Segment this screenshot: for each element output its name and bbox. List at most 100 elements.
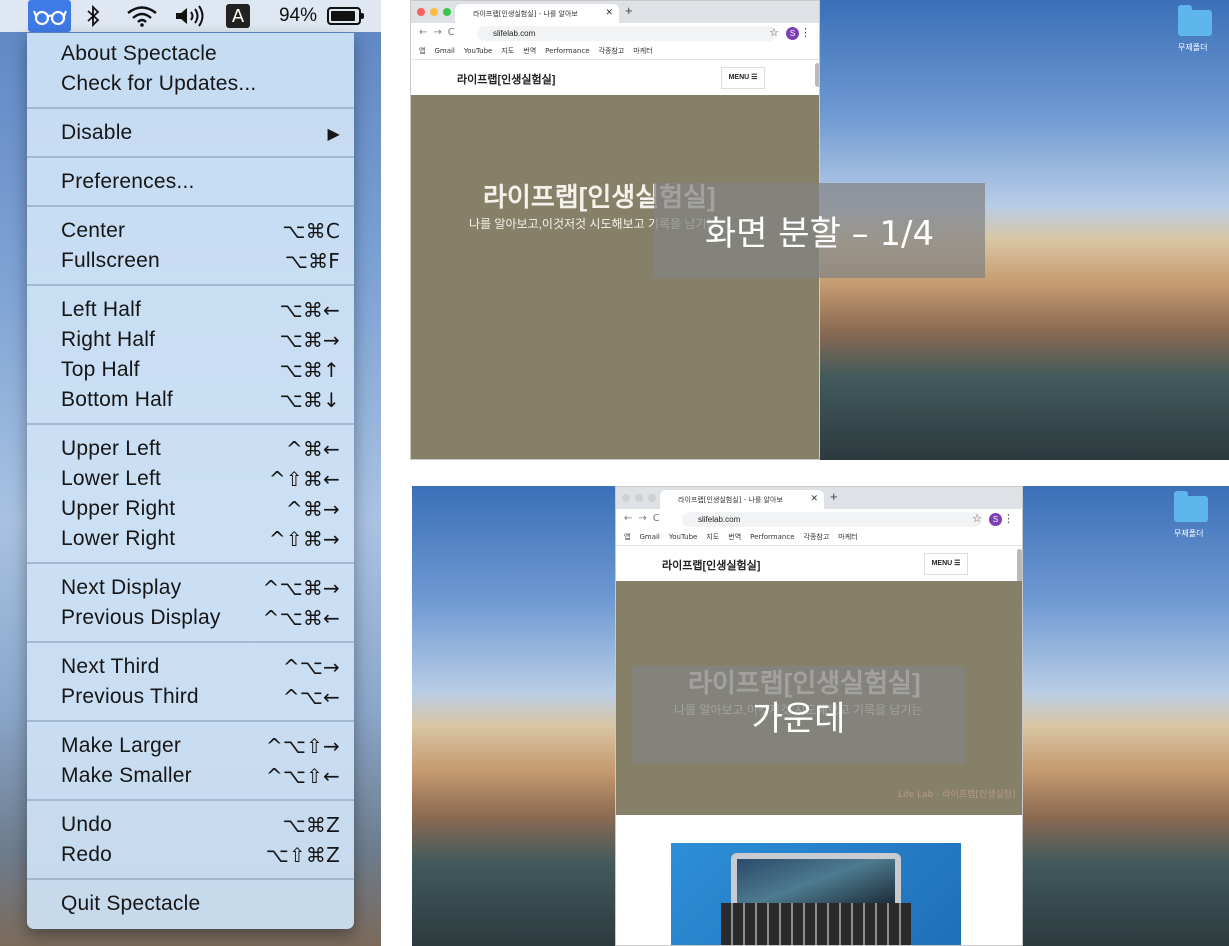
glasses-icon[interactable] bbox=[28, 0, 71, 32]
close-button[interactable] bbox=[622, 494, 630, 502]
scrollbar[interactable] bbox=[815, 63, 819, 87]
menu-item-label: Lower Right bbox=[61, 527, 176, 550]
menu-item-about-spectacle[interactable]: About Spectacle bbox=[27, 39, 354, 69]
menu-item-redo[interactable]: Redo ⌥⇧⌘Z bbox=[27, 840, 354, 870]
bookmark-item[interactable]: YouTube bbox=[464, 47, 492, 55]
menu-item-upper-left[interactable]: Upper Left ^⌘← bbox=[27, 434, 354, 464]
bookmark-item[interactable]: 각종참고 bbox=[599, 47, 625, 55]
menu-item-next-third[interactable]: Next Third ^⌥→ bbox=[27, 652, 354, 682]
menu-item-label: Make Smaller bbox=[61, 764, 192, 787]
menu-item-undo[interactable]: Undo ⌥⌘Z bbox=[27, 810, 354, 840]
menu-item-label: Next Display bbox=[61, 576, 182, 599]
bookmark-star-icon[interactable]: ☆ bbox=[972, 512, 982, 525]
menu-item-label: Previous Display bbox=[61, 606, 221, 629]
close-icon[interactable]: ✕ bbox=[605, 8, 613, 18]
url-field[interactable]: slifelab.com bbox=[682, 512, 982, 527]
site-title[interactable]: 라이프랩[인생실험실] bbox=[662, 557, 760, 573]
browser-tab[interactable]: 라이프랩[인생실험실] - 나를 알아보 ✕ bbox=[455, 4, 619, 23]
menu-item-lower-left[interactable]: Lower Left ^⇧⌘← bbox=[27, 464, 354, 494]
menu-item-check-for-updates[interactable]: Check for Updates... bbox=[27, 69, 354, 99]
menu-item-right-half[interactable]: Right Half ⌥⌘→ bbox=[27, 325, 354, 355]
menu-button[interactable]: MENU ☰ bbox=[721, 67, 765, 89]
menu-item-previous-display[interactable]: Previous Display ^⌥⌘← bbox=[27, 603, 354, 633]
bookmark-item[interactable]: 지도 bbox=[501, 47, 514, 55]
more-icon[interactable]: ⋮ bbox=[800, 26, 811, 39]
tab-strip: 라이프랩[인생실험실] - 나를 알아보 ✕ + bbox=[411, 1, 819, 23]
zoom-button[interactable] bbox=[648, 494, 656, 502]
battery-percent: 94% bbox=[278, 5, 318, 26]
bookmark-item[interactable]: Performance bbox=[545, 47, 589, 55]
bookmark-item[interactable]: 마케터 bbox=[633, 47, 652, 55]
new-tab-icon[interactable]: + bbox=[830, 489, 838, 504]
tab-strip: 라이프랩[인생실험실] - 나를 알아보 ✕ + bbox=[616, 487, 1022, 509]
menu-item-fullscreen[interactable]: Fullscreen ⌥⌘F bbox=[27, 246, 354, 276]
minimize-button[interactable] bbox=[635, 494, 643, 502]
laptop-keyboard bbox=[721, 903, 911, 945]
menu-item-make-smaller[interactable]: Make Smaller ^⌥⇧← bbox=[27, 761, 354, 791]
bookmarks-bar: 앱 Gmail YouTube 지도 번역 Performance 각종참고 마케터 bbox=[616, 530, 1022, 546]
zoom-button[interactable] bbox=[443, 8, 451, 16]
menu-item-shortcut: ⌥⌘→ bbox=[279, 328, 340, 352]
menu-separator bbox=[27, 641, 354, 643]
menu-item-previous-third[interactable]: Previous Third ^⌥← bbox=[27, 682, 354, 712]
menu-separator bbox=[27, 720, 354, 722]
menu-item-disable[interactable]: Disable ▶ bbox=[27, 118, 354, 148]
new-tab-icon[interactable]: + bbox=[625, 3, 633, 18]
browser-tab[interactable]: 라이프랩[인생실험실] - 나를 알아보 ✕ bbox=[660, 490, 824, 509]
bookmark-item[interactable]: 마케터 bbox=[838, 533, 857, 541]
bookmark-item[interactable]: Performance bbox=[750, 533, 794, 541]
menu-item-shortcut: ⌥⌘↓ bbox=[279, 388, 340, 412]
bluetooth-icon[interactable] bbox=[82, 0, 104, 32]
bookmark-item[interactable]: Gmail bbox=[434, 47, 454, 55]
menu-item-shortcut: ^⌥⌘→ bbox=[262, 576, 340, 600]
nav-buttons[interactable]: ←→C bbox=[624, 513, 666, 524]
menu-item-next-display[interactable]: Next Display ^⌥⌘→ bbox=[27, 573, 354, 603]
bookmark-item[interactable]: 번역 bbox=[523, 47, 536, 55]
menu-separator bbox=[27, 562, 354, 564]
minimize-button[interactable] bbox=[430, 8, 438, 16]
menu-item-quit-spectacle[interactable]: Quit Spectacle bbox=[27, 889, 354, 919]
menu-item-make-larger[interactable]: Make Larger ^⌥⇧→ bbox=[27, 731, 354, 761]
bookmark-item[interactable]: 앱 bbox=[624, 533, 630, 541]
bookmark-item[interactable]: 지도 bbox=[706, 533, 719, 541]
menu-item-preferences[interactable]: Preferences... bbox=[27, 167, 354, 197]
folder-label: 무제폴더 bbox=[1178, 43, 1208, 52]
bookmark-item[interactable]: YouTube bbox=[669, 533, 697, 541]
menu-item-label: Upper Right bbox=[61, 497, 176, 520]
menu-separator bbox=[27, 107, 354, 109]
menu-item-upper-right[interactable]: Upper Right ^⌘→ bbox=[27, 494, 354, 524]
laptop-photo bbox=[671, 843, 961, 945]
bookmark-item[interactable]: Gmail bbox=[639, 533, 659, 541]
close-icon[interactable]: ✕ bbox=[810, 494, 818, 504]
url-field[interactable]: slifelab.com bbox=[477, 26, 777, 41]
site-title[interactable]: 라이프랩[인생실험실] bbox=[457, 71, 555, 87]
bookmark-item[interactable]: 각종참고 bbox=[804, 533, 830, 541]
menu-item-top-half[interactable]: Top Half ⌥⌘↑ bbox=[27, 355, 354, 385]
battery-icon[interactable] bbox=[324, 0, 364, 32]
profile-avatar[interactable]: S bbox=[786, 27, 799, 40]
volume-icon[interactable] bbox=[172, 0, 210, 32]
folder-icon[interactable] bbox=[1174, 491, 1208, 522]
menu-item-left-half[interactable]: Left Half ⌥⌘← bbox=[27, 295, 354, 325]
bookmark-item[interactable]: 번역 bbox=[728, 533, 741, 541]
menu-item-shortcut: ⌥⌘C bbox=[282, 219, 340, 243]
menu-item-label: Preferences... bbox=[61, 170, 195, 193]
split-overlay-label: 화면 분할 – 1/4 bbox=[654, 183, 985, 278]
menu-item-center[interactable]: Center ⌥⌘C bbox=[27, 216, 354, 246]
nav-buttons[interactable]: ←→C bbox=[419, 27, 461, 38]
folder-icon[interactable] bbox=[1178, 5, 1212, 36]
url-text: slifelab.com bbox=[493, 29, 536, 38]
menu-item-lower-right[interactable]: Lower Right ^⇧⌘→ bbox=[27, 524, 354, 554]
close-button[interactable] bbox=[417, 8, 425, 16]
input-source-icon[interactable]: A bbox=[225, 0, 251, 32]
bookmark-item[interactable]: 앱 bbox=[419, 47, 425, 55]
menu-item-label: Undo bbox=[61, 813, 113, 836]
more-icon[interactable]: ⋮ bbox=[1003, 512, 1014, 525]
menu-item-bottom-half[interactable]: Bottom Half ⌥⌘↓ bbox=[27, 385, 354, 415]
menu-separator bbox=[27, 878, 354, 880]
profile-avatar[interactable]: S bbox=[989, 513, 1002, 526]
bookmark-star-icon[interactable]: ☆ bbox=[769, 26, 779, 39]
menu-item-shortcut: ^⌥⇧→ bbox=[265, 734, 340, 758]
menu-button[interactable]: MENU ☰ bbox=[924, 553, 968, 575]
wifi-icon[interactable] bbox=[124, 0, 160, 32]
